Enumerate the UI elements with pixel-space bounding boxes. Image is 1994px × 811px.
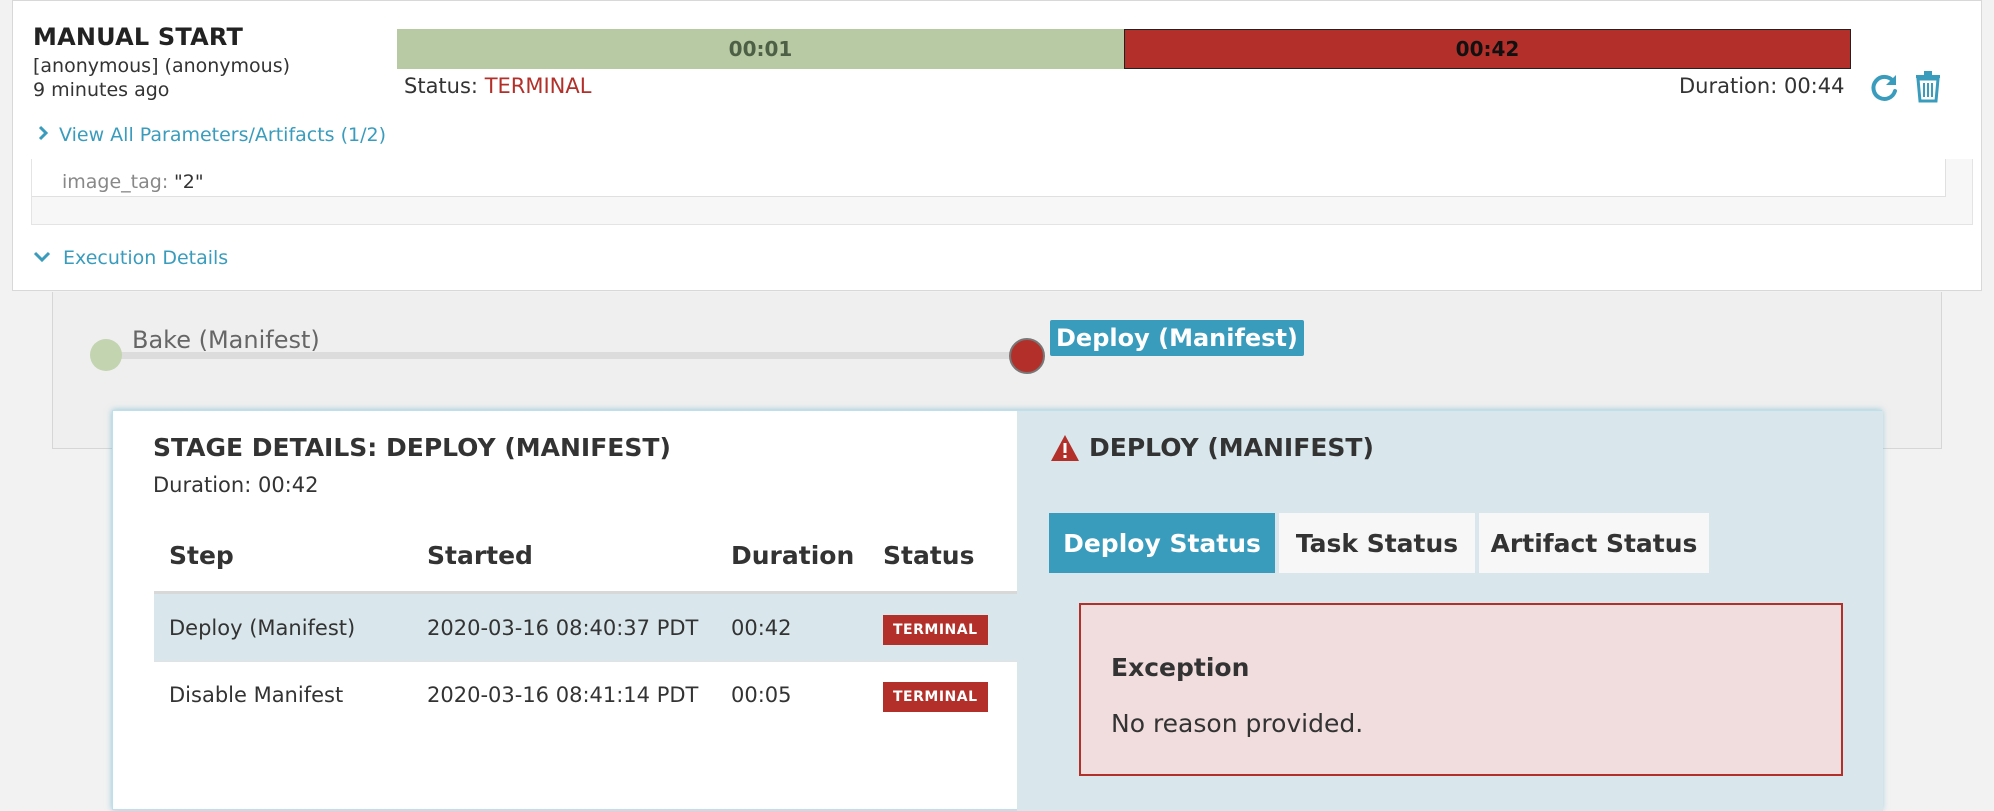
row-started: 2020-03-16 08:41:14 PDT [427,683,699,707]
col-header-status: Status [883,541,975,570]
warning-icon [1049,433,1081,463]
execution-status: Status: TERMINAL [404,74,591,98]
stage-details-title: STAGE DETAILS: DEPLOY (MANIFEST) [153,433,671,462]
col-header-duration: Duration [731,541,855,570]
step-detail-pane: DEPLOY (MANIFEST) Deploy Status Task Sta… [1017,411,1883,811]
param-key: image_tag: [62,171,169,193]
exception-message: No reason provided. [1111,709,1364,738]
tab-artifact-status[interactable]: Artifact Status [1479,513,1709,573]
restart-icon[interactable] [1867,71,1901,105]
row-step: Deploy (Manifest) [169,616,356,640]
chevron-right-icon [37,124,53,146]
param-value: "2" [174,171,204,193]
parameters-panel: image_tag: "2" [31,159,1973,225]
stage-details-duration: Duration: 00:42 [153,473,319,497]
status-value: TERMINAL [484,74,592,98]
table-row[interactable]: Disable Manifest 2020-03-16 08:41:14 PDT… [154,662,1018,730]
row-step: Disable Manifest [169,683,344,707]
col-header-started: Started [427,541,533,570]
execution-progress-bar[interactable]: 00:01 00:42 [397,29,1851,69]
status-badge-text: TERMINAL [883,682,988,712]
trigger-title: MANUAL START [33,23,244,51]
row-duration: 00:05 [731,683,792,707]
exception-box: Exception No reason provided. [1079,603,1843,776]
chevron-down-icon [33,247,57,269]
status-badge: TERMINAL [883,682,988,712]
parameter-row: image_tag: "2" [32,159,1946,197]
col-header-step: Step [169,541,234,570]
stage-node-deploy[interactable] [1009,338,1045,374]
row-started: 2020-03-16 08:40:37 PDT [427,616,699,640]
exception-title: Exception [1111,653,1250,682]
stage-details-panel: STAGE DETAILS: DEPLOY (MANIFEST) Duratio… [112,410,1883,811]
execution-card: MANUAL START [anonymous] (anonymous) 9 m… [12,0,1982,291]
trigger-user: [anonymous] (anonymous) [33,55,291,77]
status-badge-text: TERMINAL [883,615,988,645]
view-params-label: View All Parameters/Artifacts (1/2) [59,124,387,146]
view-params-link[interactable]: View All Parameters/Artifacts (1/2) [37,124,386,146]
execution-details-label: Execution Details [63,247,229,269]
trash-icon[interactable] [1913,69,1943,103]
execution-duration: Duration: 00:44 [1679,74,1845,98]
execution-details-toggle[interactable]: Execution Details [33,247,228,269]
progress-segment-deploy[interactable]: 00:42 [1124,29,1851,69]
tab-deploy-status[interactable]: Deploy Status [1049,513,1275,573]
table-row[interactable]: Deploy (Manifest) 2020-03-16 08:40:37 PD… [154,594,1018,662]
progress-segment-bake[interactable]: 00:01 [397,29,1124,69]
status-badge: TERMINAL [883,615,988,645]
row-duration: 00:42 [731,616,792,640]
trigger-time: 9 minutes ago [33,79,170,101]
step-detail-heading: DEPLOY (MANIFEST) [1089,433,1374,462]
tab-task-status[interactable]: Task Status [1279,513,1475,573]
stage-node-bake[interactable] [90,339,122,371]
stage-label-bake[interactable]: Bake (Manifest) [132,326,320,354]
status-label: Status: [404,74,478,98]
stage-label-deploy[interactable]: Deploy (Manifest) [1050,320,1304,356]
